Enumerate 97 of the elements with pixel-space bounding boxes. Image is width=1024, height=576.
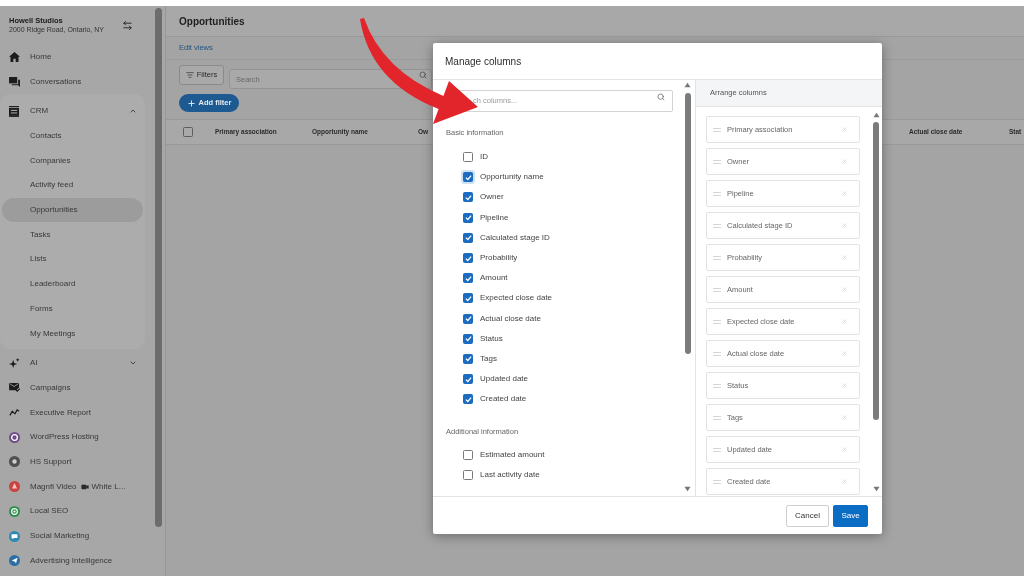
- checkbox[interactable]: [463, 253, 473, 264]
- checkmark-icon: [464, 173, 472, 181]
- sidebar-item[interactable]: CRM: [0, 99, 145, 124]
- drag-handle-icon[interactable]: [713, 383, 721, 388]
- checkbox[interactable]: [463, 394, 473, 405]
- checkbox[interactable]: [463, 313, 473, 324]
- checkmark-icon: [464, 294, 472, 302]
- checkbox[interactable]: [183, 127, 193, 137]
- sidebar-subitem[interactable]: Tasks: [2, 222, 143, 248]
- checkbox-label: Actual close date: [480, 312, 541, 325]
- scroll-up-icon[interactable]: [684, 82, 691, 88]
- drag-handle-icon[interactable]: [713, 191, 721, 196]
- scrollbar-thumb[interactable]: [684, 93, 691, 354]
- checkbox-label: Calculated stage ID: [480, 231, 550, 244]
- checkbox-label: Last activity date: [480, 469, 540, 482]
- checkmark-icon: [464, 395, 472, 403]
- drag-handle-icon[interactable]: [713, 127, 721, 132]
- checkmark-icon: [464, 214, 472, 222]
- filter-icon: [185, 70, 194, 79]
- drag-handle-icon[interactable]: [713, 287, 721, 292]
- sidebar-subitem[interactable]: My Meetings: [2, 321, 143, 346]
- dialog-title: Manage columns: [445, 54, 522, 69]
- checkbox[interactable]: [463, 212, 473, 223]
- sidebar-item[interactable]: Magnfi Video White L...: [0, 474, 145, 499]
- sidebar-item[interactable]: Conversations: [0, 69, 145, 94]
- checkmark-icon: [464, 193, 472, 201]
- checkbox[interactable]: [463, 293, 473, 304]
- checkbox[interactable]: [463, 449, 473, 460]
- sidebar-item[interactable]: WordPress Hosting: [0, 424, 145, 450]
- plus-icon: [186, 98, 196, 108]
- drag-handle-icon[interactable]: [713, 255, 721, 260]
- checkbox[interactable]: [463, 353, 473, 364]
- checkbox[interactable]: [463, 192, 473, 203]
- checkbox-label: Amount: [480, 272, 508, 285]
- checkmark-icon: [464, 315, 472, 323]
- checkbox-label: Updated date: [480, 373, 529, 386]
- checkbox[interactable]: [463, 333, 473, 344]
- checkbox[interactable]: [463, 273, 473, 284]
- save-button[interactable]: Save: [833, 504, 868, 527]
- sidebar-subitem[interactable]: Forms: [2, 296, 143, 322]
- scrollbar-thumb[interactable]: [873, 122, 879, 420]
- checkbox-label: Opportunity name: [480, 171, 544, 184]
- swap-icon[interactable]: [122, 19, 133, 31]
- drag-handle-icon[interactable]: [713, 223, 721, 228]
- checkbox-label: Status: [480, 332, 503, 345]
- sidebar-subitem[interactable]: Leaderboard: [2, 271, 143, 297]
- checkbox-label: Tags: [480, 352, 497, 365]
- checkmark-icon: [464, 234, 472, 242]
- sidebar-subitem[interactable]: Companies: [2, 148, 143, 174]
- checkmark-icon: [464, 254, 472, 262]
- checkbox[interactable]: [463, 470, 473, 481]
- sidebar-item[interactable]: Social Marketing: [0, 523, 145, 549]
- sidebar-item[interactable]: Campaigns: [0, 375, 145, 401]
- page-title: Opportunities: [179, 14, 245, 29]
- checkbox-label: Probability: [480, 252, 518, 265]
- sidebar-subitem[interactable]: Lists: [2, 247, 143, 272]
- drag-handle-icon[interactable]: [713, 447, 721, 452]
- home-icon: [8, 52, 20, 62]
- envelope-icon: [8, 383, 20, 393]
- scroll-down-icon[interactable]: [872, 486, 880, 492]
- drag-handle-icon[interactable]: [713, 351, 721, 356]
- checkbox[interactable]: [463, 232, 473, 243]
- video-camera-icon: [80, 482, 89, 491]
- checkbox-label: Pipeline: [480, 211, 509, 224]
- scrollbar-thumb[interactable]: [155, 8, 162, 527]
- drag-handle-icon[interactable]: [713, 479, 721, 484]
- checkmark-icon: [464, 274, 472, 282]
- checkmark-icon: [464, 375, 472, 383]
- sidebar-item[interactable]: Advertising Intelligence: [0, 548, 145, 574]
- checkmark-icon: [464, 335, 472, 343]
- contact-card-icon: [9, 105, 19, 117]
- search-icon[interactable]: [657, 93, 665, 101]
- checkbox-label: ID: [480, 151, 488, 164]
- drag-handle-icon[interactable]: [713, 415, 721, 420]
- sidebar-subitem[interactable]: Activity feed: [2, 173, 143, 198]
- trend-line-icon: [8, 409, 20, 417]
- checkbox-label: Created date: [480, 393, 527, 406]
- checkbox-label: Estimated amount: [480, 448, 545, 461]
- sidebar-subitem[interactable]: Contacts: [2, 123, 143, 149]
- chat-icon: [8, 76, 20, 87]
- checkbox[interactable]: [463, 152, 473, 163]
- cancel-button[interactable]: Cancel: [786, 504, 829, 527]
- checkbox-label: Expected close date: [480, 292, 553, 305]
- sidebar-item[interactable]: Home: [0, 44, 145, 70]
- sidebar-item[interactable]: HS Support: [0, 449, 145, 475]
- drag-handle-icon[interactable]: [713, 159, 721, 164]
- checkbox[interactable]: [463, 374, 473, 385]
- drag-handle-icon[interactable]: [713, 319, 721, 324]
- checkbox-label: Owner: [480, 191, 504, 204]
- scroll-down-icon[interactable]: [684, 486, 691, 492]
- sidebar-item[interactable]: Executive Report: [0, 400, 145, 425]
- sidebar-item[interactable]: AI: [0, 350, 145, 376]
- search-icon[interactable]: [419, 70, 427, 79]
- sidebar-item[interactable]: Local SEO: [0, 499, 145, 524]
- sidebar-subitem[interactable]: Opportunities: [2, 197, 143, 223]
- checkmark-icon: [464, 355, 472, 363]
- sparkle-icon: [8, 357, 20, 369]
